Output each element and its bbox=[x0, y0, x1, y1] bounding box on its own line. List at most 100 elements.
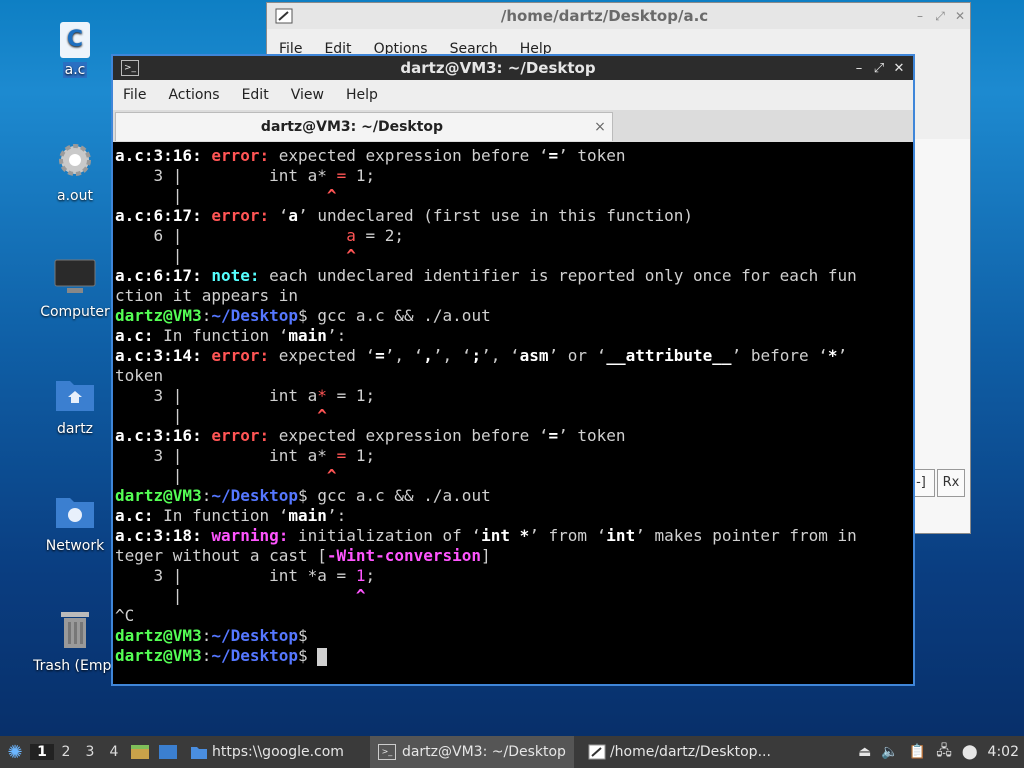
task-terminal[interactable]: >_ dartz@VM3: ~/Desktop bbox=[369, 736, 574, 768]
terminal-line: 3 | int a* = 1; bbox=[115, 166, 913, 186]
terminal-text-segment: 3 | int a* bbox=[115, 166, 337, 185]
terminal-text-segment: a.c:6:17: bbox=[115, 206, 212, 225]
terminal-text-segment: int * bbox=[481, 526, 530, 545]
editor-button-rx[interactable]: Rx bbox=[937, 469, 965, 497]
terminal-text-segment: dartz@VM3 bbox=[115, 306, 202, 325]
network-status-icon[interactable]: 🖧 bbox=[936, 740, 952, 764]
terminal-line: a.c:3:16: error: expected expression bef… bbox=[115, 426, 913, 446]
maximize-icon[interactable]: ⤢ bbox=[869, 61, 889, 76]
terminal-text-segment: expected ‘ bbox=[278, 346, 376, 365]
terminal-window[interactable]: >_ dartz@VM3: ~/Desktop – ⤢ ✕ File Actio… bbox=[111, 54, 915, 686]
terminal-text-segment: ~/Desktop bbox=[211, 486, 299, 505]
terminal-text-segment: ’ or ‘ bbox=[548, 346, 607, 365]
terminal-text-segment: * bbox=[317, 386, 327, 405]
terminal-line: a.c:6:17: error: ‘a’ undeclared (first u… bbox=[115, 206, 913, 226]
terminal-output[interactable]: a.c:3:16: error: expected expression bef… bbox=[115, 146, 913, 684]
show-desktop-icon[interactable] bbox=[157, 743, 179, 761]
terminal-title: dartz@VM3: ~/Desktop bbox=[400, 59, 596, 77]
close-icon[interactable]: ✕ bbox=[889, 61, 909, 76]
volume-icon[interactable]: 🔈 bbox=[881, 744, 898, 760]
terminal-text-segment: = bbox=[336, 446, 347, 465]
terminal-text-segment: initialization of ‘ bbox=[298, 526, 482, 545]
editor-titlebar[interactable]: /home/dartz/Desktop/a.c – ⤢ ✕ bbox=[267, 3, 970, 29]
terminal-titlebar[interactable]: >_ dartz@VM3: ~/Desktop – ⤢ ✕ bbox=[113, 56, 913, 80]
terminal-text-segment: ~/Desktop bbox=[211, 626, 299, 645]
terminal-text-segment: ^ bbox=[346, 246, 356, 265]
terminal-line: | ^ bbox=[115, 246, 913, 266]
terminal-menu-help[interactable]: Help bbox=[346, 87, 378, 103]
home-folder-icon bbox=[56, 381, 94, 411]
terminal-menu-view[interactable]: View bbox=[291, 87, 324, 103]
close-tab-icon[interactable]: × bbox=[588, 119, 612, 135]
terminal-text-segment: ’ from ‘ bbox=[529, 526, 607, 545]
terminal-text-segment: 1; bbox=[346, 166, 376, 185]
clock[interactable]: 4:02 bbox=[988, 744, 1019, 760]
terminal-line: a.c:3:16: error: expected expression bef… bbox=[115, 146, 913, 166]
terminal-line: 3 | int a* = 1; bbox=[115, 386, 913, 406]
terminal-text-segment: a.c: bbox=[115, 326, 164, 345]
terminal-tab[interactable]: dartz@VM3: ~/Desktop × bbox=[115, 112, 613, 141]
eject-icon[interactable]: ⏏ bbox=[858, 744, 871, 760]
clipboard-icon[interactable]: 📋 bbox=[909, 744, 926, 760]
terminal-text-segment: ction it appears in bbox=[115, 286, 299, 305]
maximize-icon[interactable]: ⤢ bbox=[930, 9, 950, 24]
task-label: /home/dartz/Desktop... bbox=[609, 744, 771, 760]
terminal-line: | ^ bbox=[115, 586, 913, 606]
close-icon[interactable]: ✕ bbox=[950, 9, 970, 23]
terminal-line: dartz@VM3:~/Desktop$ gcc a.c && ./a.out bbox=[115, 306, 913, 326]
terminal-text-segment: | bbox=[115, 586, 356, 605]
terminal-text-segment: In function ‘ bbox=[163, 326, 289, 345]
terminal-text-segment: ’, ‘ bbox=[384, 346, 424, 365]
terminal-text-segment: : bbox=[201, 626, 212, 645]
terminal-text-segment: error: bbox=[211, 346, 279, 365]
task-editor[interactable]: /home/dartz/Desktop... bbox=[580, 736, 779, 768]
terminal-icon: >_ bbox=[377, 744, 396, 760]
c-file-icon: C bbox=[60, 22, 90, 58]
terminal-menu-edit[interactable]: Edit bbox=[242, 87, 269, 103]
update-notifier-icon[interactable]: ⬤ bbox=[962, 744, 978, 760]
terminal-text-segment: ’ makes pointer from in bbox=[635, 526, 857, 545]
terminal-text-segment: ^ bbox=[326, 466, 337, 485]
terminal-text-segment: | bbox=[115, 246, 347, 265]
desktop-icon-label: a.c bbox=[62, 62, 88, 78]
workspace-1[interactable]: 1 bbox=[30, 744, 54, 760]
workspace-4[interactable]: 4 bbox=[102, 744, 126, 760]
terminal-text-segment: ; bbox=[471, 346, 482, 365]
terminal-line: token bbox=[115, 366, 913, 386]
terminal-line: a.c:6:17: note: each undeclared identifi… bbox=[115, 266, 913, 286]
workspace-3[interactable]: 3 bbox=[78, 744, 102, 760]
terminal-text-segment: ’ bbox=[837, 346, 848, 365]
terminal-line: teger without a cast [-Wint-conversion] bbox=[115, 546, 913, 566]
terminal-text-segment: ‘ bbox=[278, 206, 289, 225]
editor-menubar: File Edit Options Search Help bbox=[267, 29, 970, 57]
task-browser[interactable]: https:\\google.com bbox=[182, 736, 352, 768]
file-manager-icon[interactable] bbox=[129, 743, 151, 761]
terminal-text-segment: dartz@VM3 bbox=[115, 646, 202, 665]
terminal-text-segment: = 1; bbox=[326, 386, 376, 405]
minimize-icon[interactable]: – bbox=[849, 61, 869, 76]
terminal-line: a.c:3:14: error: expected ‘=’, ‘,’, ‘;’,… bbox=[115, 346, 913, 366]
terminal-menu-actions[interactable]: Actions bbox=[168, 87, 219, 103]
terminal-text-segment: ~/Desktop bbox=[211, 646, 299, 665]
terminal-text-segment: expected expression before ‘ bbox=[278, 146, 549, 165]
terminal-text-segment: ~/Desktop bbox=[211, 306, 299, 325]
terminal-text-segment: $ bbox=[298, 646, 318, 665]
gear-icon bbox=[59, 144, 91, 176]
terminal-text-segment: ’ before ‘ bbox=[731, 346, 828, 365]
terminal-text-segment: dartz@VM3 bbox=[115, 626, 202, 645]
editor-title: /home/dartz/Desktop/a.c bbox=[500, 7, 709, 25]
terminal-text-segment: = bbox=[375, 346, 385, 365]
terminal-text-segment: ’ undeclared (first use in this function… bbox=[298, 206, 693, 225]
trash-icon bbox=[61, 612, 89, 648]
terminal-text-segment: dartz@VM3 bbox=[115, 486, 202, 505]
terminal-text-segment: a.c:6:17: bbox=[115, 266, 212, 285]
terminal-menu-file[interactable]: File bbox=[123, 87, 146, 103]
terminal-line: 3 | int *a = 1; bbox=[115, 566, 913, 586]
minimize-icon[interactable]: – bbox=[910, 9, 930, 23]
app-menu-icon[interactable]: ✺ bbox=[0, 736, 30, 768]
workspace-2[interactable]: 2 bbox=[54, 744, 78, 760]
terminal-text-segment: , bbox=[423, 346, 433, 365]
terminal-line: dartz@VM3:~/Desktop$ bbox=[115, 646, 913, 666]
terminal-text-segment: : bbox=[201, 486, 212, 505]
terminal-text-segment: expected expression before ‘ bbox=[278, 426, 549, 445]
